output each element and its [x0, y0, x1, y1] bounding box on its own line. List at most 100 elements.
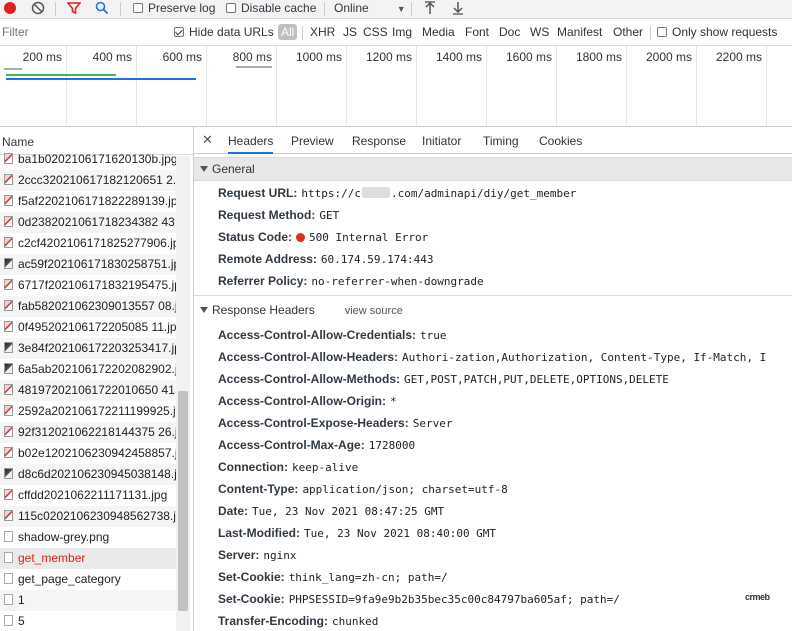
scrollbar-thumb[interactable]	[178, 391, 188, 611]
request-row[interactable]: 5	[0, 611, 176, 631]
request-row[interactable]: 0d2382021061718234382 43.jpg	[0, 212, 176, 233]
header-value: 1728000	[368, 439, 416, 452]
request-row[interactable]: c2cf4202106171825277906.jpg	[0, 233, 176, 254]
tab-timing[interactable]: Timing	[483, 127, 519, 153]
tab-initiator[interactable]: Initiator	[422, 127, 461, 153]
request-row[interactable]: 6717f202106171832195475.jpg	[0, 275, 176, 296]
tab-headers[interactable]: Headers	[228, 127, 274, 154]
only-show-requests-checkbox[interactable]: Only show requests	[657, 24, 777, 40]
filter-type-img[interactable]: Img	[392, 24, 412, 40]
header-value: Authori-zation,Authorization, Content-Ty…	[402, 351, 767, 364]
request-row[interactable]: 3e84f202106172203253417.jpg	[0, 338, 176, 359]
tab-cookies[interactable]: Cookies	[539, 127, 582, 153]
request-row[interactable]: 115c0202106230948562738.jpg	[0, 506, 176, 527]
chevron-down-icon: ▼	[396, 4, 406, 14]
filter-type-other[interactable]: Other	[613, 24, 643, 40]
request-row[interactable]: b02e1202106230942458857.jpg	[0, 443, 176, 464]
general-section-header[interactable]: General	[194, 157, 792, 181]
request-row[interactable]: fab582021062309013557 08.jpg	[0, 296, 176, 317]
filter-icon[interactable]	[66, 1, 82, 19]
request-row[interactable]: 481972021061722010650 41.jpg	[0, 380, 176, 401]
request-row[interactable]: 1	[0, 590, 176, 611]
header-key: Access-Control-Allow-Headers:	[218, 350, 399, 364]
filter-input[interactable]	[0, 23, 164, 40]
filter-type-css[interactable]: CSS	[363, 24, 388, 40]
request-name: get_member	[18, 551, 86, 565]
timeline-overview[interactable]: 200 ms 400 ms 600 ms 800 ms 1000 ms 1200…	[0, 46, 792, 127]
header-value: no-referrer-when-downgrade	[311, 275, 484, 288]
import-har-icon[interactable]	[424, 1, 436, 19]
request-row[interactable]: get_member	[0, 548, 176, 569]
search-icon[interactable]	[95, 1, 109, 19]
request-row[interactable]: f5af2202106171822289139.jpg	[0, 191, 176, 212]
waterfall-bar	[236, 66, 272, 68]
filter-type-js[interactable]: JS	[343, 24, 357, 40]
disable-cache-checkbox[interactable]: Disable cache	[226, 0, 316, 18]
hide-data-urls-label: Hide data URLs	[189, 25, 274, 39]
request-name: 6a5ab202106172202082902.jpg	[18, 362, 176, 376]
request-row[interactable]: 0f495202106172205085 11.jpg	[0, 317, 176, 338]
triangle-down-icon	[200, 307, 208, 314]
header-key: Request URL:	[218, 186, 298, 200]
filter-type-ws[interactable]: WS	[530, 24, 549, 40]
general-row: Remote Address: 60.174.59.174:443	[218, 249, 434, 269]
filter-type-manifest[interactable]: Manifest	[557, 24, 602, 40]
header-value: keep-alive	[292, 461, 359, 474]
filter-type-font[interactable]: Font	[465, 24, 489, 40]
header-key: Transfer-Encoding:	[218, 614, 329, 628]
filter-type-xhr[interactable]: XHR	[310, 24, 335, 40]
request-row[interactable]: 2ccc320210617182120651 2.jpg	[0, 170, 176, 191]
response-header-row: Access-Control-Allow-Origin: *	[218, 391, 397, 411]
request-row[interactable]: shadow-grey.png	[0, 527, 176, 548]
tick-label: 600 ms	[162, 50, 202, 64]
record-icon[interactable]	[3, 1, 17, 19]
filter-type-media[interactable]: Media	[422, 24, 455, 40]
request-row[interactable]: cffdd2021062211171131.jpg	[0, 485, 176, 506]
tab-response[interactable]: Response	[352, 127, 406, 153]
view-source-link[interactable]: view source	[345, 305, 403, 317]
waterfall-bar	[6, 78, 196, 80]
throttle-select[interactable]: Online ▼	[334, 0, 406, 18]
waterfall-bar	[6, 74, 116, 76]
detail-tabs: ✕ Headers Preview Response Initiator Tim…	[194, 127, 792, 154]
header-key: Connection:	[218, 460, 288, 474]
clear-icon[interactable]	[31, 1, 45, 19]
image-file-icon	[4, 174, 13, 185]
filter-type-all[interactable]: All	[278, 24, 298, 40]
tab-preview[interactable]: Preview	[291, 127, 334, 153]
waterfall-bar	[4, 68, 22, 70]
image-file-icon	[4, 237, 13, 248]
request-row[interactable]: get_page_category	[0, 569, 176, 590]
preserve-log-checkbox[interactable]: Preserve log	[133, 0, 215, 18]
response-header-row: Date: Tue, 23 Nov 2021 08:47:25 GMT	[218, 501, 444, 521]
header-key: Access-Control-Max-Age:	[218, 438, 365, 452]
tick-label: 1200 ms	[365, 50, 412, 64]
only-show-requests-label: Only show requests	[672, 25, 778, 39]
image-file-icon	[4, 510, 13, 521]
export-har-icon[interactable]	[452, 1, 464, 19]
triangle-down-icon	[200, 166, 208, 173]
close-icon[interactable]: ✕	[202, 133, 213, 147]
request-list-scrollbar[interactable]	[176, 156, 190, 631]
filter-type-doc[interactable]: Doc	[499, 24, 520, 40]
request-row[interactable]: 6a5ab202106172202082902.jpg	[0, 359, 176, 380]
tick-label: 1800 ms	[575, 50, 622, 64]
request-row[interactable]: 2592a202106172211199925.jpg	[0, 401, 176, 422]
network-toolbar: Preserve log Disable cache Online ▼	[0, 0, 792, 19]
request-list: Name ba1b0202106171620130b.jpg 2ccc320210…	[0, 127, 194, 631]
name-column-label: Name	[2, 135, 35, 149]
response-headers-section-header[interactable]: Response Headers view source	[194, 299, 792, 321]
request-name: ac59f202106171830258751.jpg	[18, 257, 176, 271]
tick-label: 400 ms	[92, 50, 132, 64]
request-row[interactable]: d8c6d202106230945038148.jpg	[0, 464, 176, 485]
header-value: GET	[319, 209, 340, 222]
hide-data-urls-checkbox[interactable]: Hide data URLs	[174, 24, 274, 40]
request-name: ba1b0202106171620130b.jpg	[18, 152, 176, 166]
tick-label: 1000 ms	[295, 50, 342, 64]
request-row[interactable]: ac59f202106171830258751.jpg	[0, 254, 176, 275]
image-file-icon	[4, 216, 13, 227]
request-row[interactable]: 92f312021062218144375 26.jpg	[0, 422, 176, 443]
throttle-value: Online	[334, 1, 369, 15]
request-name: 1	[18, 593, 25, 607]
request-row[interactable]: ba1b0202106171620130b.jpg	[0, 149, 176, 170]
